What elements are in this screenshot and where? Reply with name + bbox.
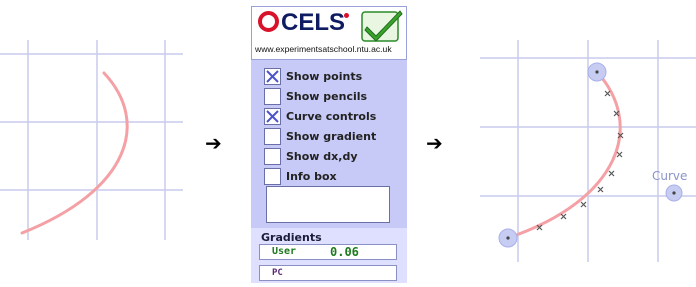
curve-point-marker [560,213,567,220]
checkbox-curve-controls[interactable] [264,107,281,125]
checkbox-show-dxdy[interactable] [264,147,281,165]
checkbox-show-points[interactable] [264,67,281,85]
right-curve-plot: Curve [470,0,696,283]
gradient-pc-row: PC [259,265,397,281]
checkbox-show-pencils[interactable] [264,87,281,105]
info-box [266,186,390,223]
curve-point-marker [616,151,623,158]
option-label: Show dx,dy [286,149,358,163]
gradient-user-label: User [272,246,297,257]
control-panel: CELS www.experimentsatschool.ntu.ac.uk S… [251,6,407,283]
gradients-section: Gradients User 0.06 PC [251,228,407,283]
gradient-user-row: User 0.06 [259,244,397,260]
left-curve-plot [0,0,200,283]
curve-control-label: Curve [652,169,687,183]
checkmark-x-icon [266,109,279,123]
left-plot-grid [0,40,183,240]
green-check-icon [361,10,403,42]
checkmark-x-icon [266,69,279,83]
right-curve [506,70,622,240]
curve-point-marker [608,170,615,177]
gradient-pc-label: PC [272,268,283,278]
logo-url: www.experimentsatschool.ntu.ac.uk [255,44,392,54]
option-label: Curve controls [286,109,377,123]
left-plot-svg [0,40,183,240]
arrow-right-icon: ➔ [205,131,222,155]
handle-center-dot [595,70,599,74]
checkbox-show-gradient[interactable] [264,127,281,145]
handle-center-dot [672,191,676,195]
curve-point-marker [597,186,604,193]
cels-logo: CELS www.experimentsatschool.ntu.ac.uk [251,6,407,60]
curve-point-marker [580,201,587,208]
option-show-pencils[interactable]: Show pencils [264,86,367,106]
curve-sample-points [536,90,624,231]
logo-ring-icon [258,11,279,32]
left-curve [20,71,129,235]
right-plot-svg: Curve [480,40,696,262]
option-show-dxdy[interactable]: Show dx,dy [264,146,358,166]
option-curve-controls[interactable]: Curve controls [264,106,376,126]
option-show-gradient[interactable]: Show gradient [264,126,376,146]
gradients-title: Gradients [261,231,322,244]
option-label: Show gradient [286,129,377,143]
option-label: Show points [286,69,363,83]
logo-dot-icon [344,13,349,18]
arrow-right-icon: ➔ [426,131,443,155]
curve-point-marker [604,90,611,97]
option-label: Info box [286,169,337,183]
checkbox-info-box[interactable] [264,167,281,185]
option-show-points[interactable]: Show points [264,66,362,86]
logo-brand-text: CELS [281,9,346,36]
handle-center-dot [506,236,510,240]
gradient-user-value: 0.06 [330,245,359,259]
option-info-box[interactable]: Info box [264,166,337,186]
option-label: Show pencils [286,89,368,103]
